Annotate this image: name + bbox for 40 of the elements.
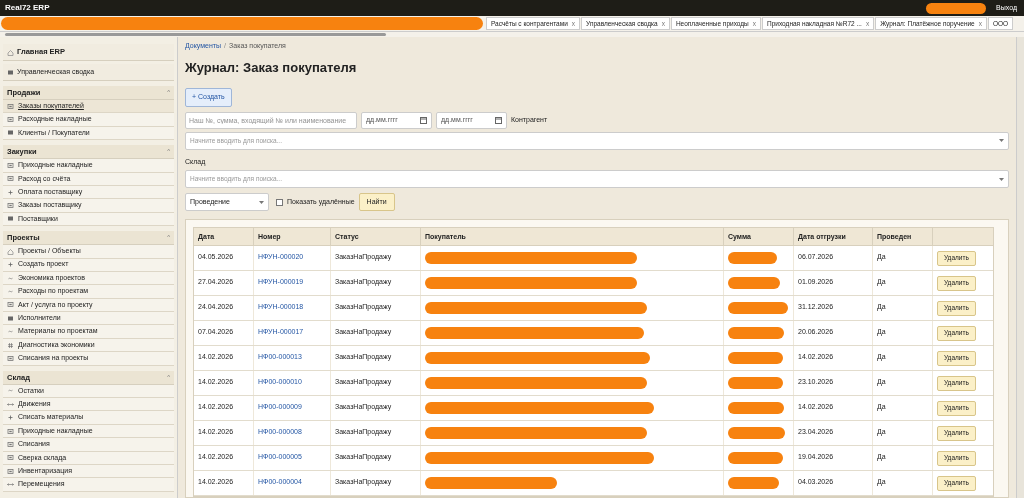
redaction-bar: [728, 327, 784, 340]
redaction-bar: [926, 2, 987, 14]
document-icon: [7, 161, 14, 169]
document-icon: [7, 102, 14, 110]
plus-icon: [7, 414, 14, 422]
document-icon: [7, 427, 14, 435]
redaction-bar: [728, 302, 788, 315]
document-icon: [7, 301, 14, 309]
redaction-bar: [728, 352, 783, 365]
document-icon: [7, 454, 14, 462]
redaction-bar: [728, 427, 785, 440]
house-icon: [7, 247, 14, 255]
document-icon: [7, 354, 14, 362]
document-icon: [7, 440, 14, 448]
redaction-bar: [728, 252, 777, 265]
caret-icon: [999, 139, 1004, 143]
redaction-bar: [728, 402, 784, 415]
grid-icon: [7, 341, 14, 349]
calendar-icon: [420, 116, 427, 124]
document-icon: [7, 116, 14, 124]
arrows-icon: [7, 400, 14, 408]
document-icon: [7, 467, 14, 475]
redaction-bar: [728, 452, 783, 465]
document-icon: [7, 202, 14, 210]
calendar-icon: [495, 116, 502, 124]
redaction-bar: [728, 477, 779, 490]
caret-icon: [259, 200, 264, 204]
checkbox[interactable]: [276, 198, 283, 206]
redaction-bar: [728, 377, 783, 390]
plus-icon: [7, 261, 14, 269]
scrollbar[interactable]: [5, 33, 386, 36]
arrows-icon: [7, 481, 14, 489]
app-title: Real72 ERP: [5, 2, 50, 14]
scrollbar[interactable]: [1016, 37, 1024, 498]
page-title: Журнал: Заказ покупателя: [185, 58, 358, 77]
house-icon: [7, 48, 14, 56]
document-icon: [7, 175, 14, 183]
redaction-bar: [728, 277, 780, 290]
plus-icon: [7, 188, 14, 196]
caret-icon: [999, 177, 1004, 181]
